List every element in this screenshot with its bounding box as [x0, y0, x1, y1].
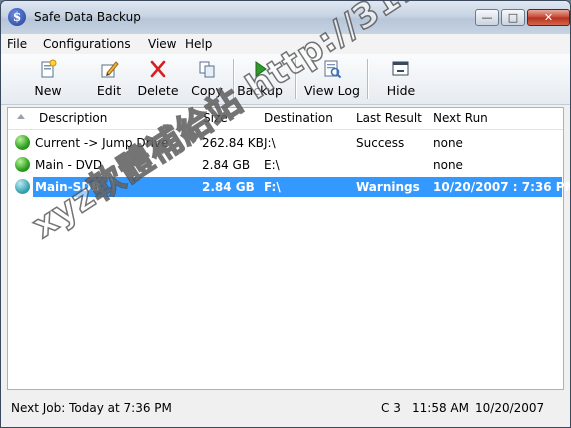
toolbar-separator [295, 59, 296, 99]
row-size: 262.84 KB [202, 136, 264, 150]
delete-button[interactable]: Delete [136, 57, 180, 101]
row-description: Main-SDB [35, 180, 101, 194]
new-button[interactable]: New [28, 57, 68, 101]
toolbar-separator [233, 59, 234, 99]
column-header-size[interactable]: Size [203, 111, 228, 125]
new-document-icon [41, 59, 57, 78]
row-next-run: none [433, 136, 463, 150]
play-arrow-icon [255, 61, 267, 77]
edit-button-label: Edit [96, 83, 122, 98]
minimize-button[interactable]: — [475, 9, 499, 26]
status-ok-icon [15, 157, 30, 172]
row-size: 2.84 GB [202, 180, 255, 194]
menu-help[interactable]: Help [185, 37, 212, 51]
copy-button-label: Copy [191, 83, 223, 98]
toolbar-separator [367, 59, 368, 99]
view-log-button[interactable]: View Log [301, 57, 363, 101]
title-bar[interactable]: $ Safe Data Backup — □ ✕ [1, 1, 570, 34]
backup-button-label: Backup [237, 83, 283, 98]
row-description: Main - DVD [35, 158, 103, 172]
hide-window-icon [392, 61, 409, 76]
backup-button[interactable]: Backup [237, 57, 283, 101]
list-row-selected[interactable]: Main-SDB 2.84 GB F:\ Warnings 10/20/2007… [8, 176, 570, 198]
backup-list[interactable]: Description Size Destination Last Result… [7, 107, 570, 390]
window-title: Safe Data Backup [34, 10, 141, 24]
row-last-result: Warnings [356, 180, 420, 194]
row-destination: E:\ [264, 158, 280, 172]
list-row[interactable]: Main - DVD 2.84 GB E:\ none [8, 154, 563, 176]
new-button-label: New [34, 83, 62, 98]
status-time: 11:58 AM [412, 401, 469, 415]
hide-button-label: Hide [386, 83, 416, 98]
row-last-result: Success [356, 136, 405, 150]
row-next-run: none [433, 158, 463, 172]
edit-pencil-icon [101, 61, 119, 78]
status-warning-icon [15, 179, 30, 194]
status-bar: Next Job: Today at 7:36 PM C 3 11:58 AM … [1, 392, 570, 427]
row-destination: J:\ [264, 136, 276, 150]
delete-x-icon [150, 60, 166, 78]
row-description: Current -> Jump Drive [35, 136, 169, 150]
row-destination: F:\ [264, 180, 281, 194]
delete-button-label: Delete [137, 83, 179, 98]
sort-arrow-icon [17, 114, 25, 119]
column-header-next-run[interactable]: Next Run [433, 111, 488, 125]
status-date: 10/20/2007 [475, 401, 545, 415]
column-header-destination[interactable]: Destination [264, 111, 333, 125]
column-header-last-result[interactable]: Last Result [356, 111, 422, 125]
toolbar: New Edit Delete Copy Backup View Log Hid… [1, 54, 570, 105]
edit-button[interactable]: Edit [89, 57, 129, 101]
copy-button[interactable]: Copy [187, 57, 227, 101]
view-log-icon [324, 60, 342, 79]
menu-view[interactable]: View [148, 37, 176, 51]
app-logo-icon: $ [8, 8, 26, 26]
view-log-button-label: View Log [304, 83, 360, 98]
next-job-status: Next Job: Today at 7:36 PM [11, 401, 172, 415]
maximize-button[interactable]: □ [501, 9, 525, 26]
hide-button[interactable]: Hide [381, 57, 421, 101]
menu-file[interactable]: File [7, 37, 27, 51]
row-size: 2.84 GB [202, 158, 251, 172]
list-header: Description Size Destination Last Result… [8, 108, 563, 130]
job-count: C 3 [381, 401, 401, 415]
app-window: $ Safe Data Backup — □ ✕ File Configurat… [0, 0, 571, 428]
row-next-run: 10/20/2007 : 7:36 PM [433, 180, 571, 194]
menu-configurations[interactable]: Configurations [43, 37, 131, 51]
column-header-description[interactable]: Description [39, 111, 107, 125]
status-ok-icon [15, 135, 30, 150]
copy-pages-icon [199, 61, 215, 78]
menu-bar: File Configurations View Help [1, 34, 570, 55]
list-row[interactable]: Current -> Jump Drive 262.84 KB J:\ Succ… [8, 132, 563, 154]
close-button[interactable]: ✕ [527, 9, 570, 26]
